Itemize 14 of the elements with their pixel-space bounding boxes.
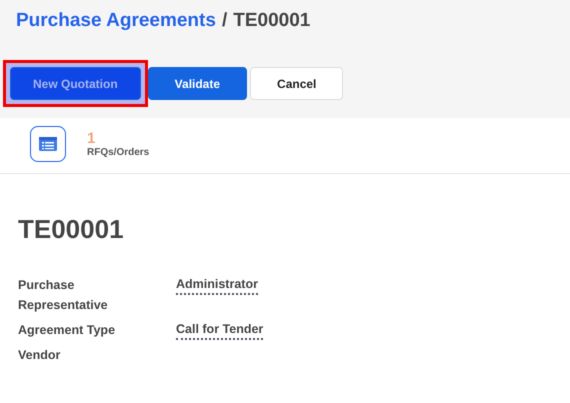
cancel-button[interactable]: Cancel <box>250 67 344 100</box>
breadcrumb-separator: / <box>222 10 228 32</box>
field-label: Purchase Representative <box>18 277 109 314</box>
primary-button[interactable]: Validate <box>148 67 248 100</box>
breadcrumb-current: TE00001 <box>233 10 310 32</box>
field-value[interactable]: Call for Tender <box>176 320 264 340</box>
stat-count: 1 <box>87 130 96 147</box>
breadcrumb-link[interactable]: Purchase Agreements <box>16 10 216 32</box>
field-label: Vendor <box>18 347 62 364</box>
field-value[interactable]: Administrator <box>176 275 258 295</box>
field-label: Agreement Type <box>18 322 116 339</box>
list-icon[interactable] <box>30 126 66 162</box>
stat-label[interactable]: RFQs/Orders <box>87 147 150 158</box>
record-title: TE00001 <box>18 214 125 245</box>
